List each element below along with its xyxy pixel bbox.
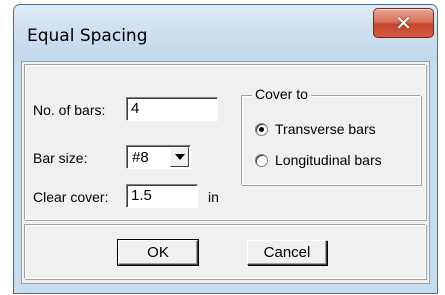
longitudinal-bars-label[interactable]: Longitudinal bars — [275, 152, 382, 168]
window-title: Equal Spacing — [27, 26, 148, 46]
bar-size-dropdown-button[interactable] — [170, 147, 189, 167]
settings-panel: No. of bars: 4 Bar size: #8 Clear cover:… — [24, 64, 426, 220]
button-panel: OK Cancel — [24, 224, 426, 279]
equal-spacing-dialog: Equal Spacing ✕ No. of bars: 4 Bar size:… — [13, 4, 438, 294]
clear-cover-unit: in — [208, 189, 219, 205]
cover-to-group: Cover to Transverse bars Longitudinal ba… — [241, 86, 421, 185]
bar-size-label: Bar size: — [33, 150, 88, 166]
radio-selected-dot — [259, 127, 264, 132]
clear-cover-input[interactable]: 1.5 — [126, 184, 198, 208]
chevron-down-icon — [174, 154, 185, 160]
title-bar[interactable]: Equal Spacing ✕ — [14, 5, 437, 61]
close-icon: ✕ — [395, 11, 412, 35]
radio-transverse-bars[interactable] — [255, 123, 268, 136]
no-of-bars-input[interactable]: 4 — [126, 97, 218, 121]
cover-to-legend: Cover to — [252, 86, 311, 102]
ok-button[interactable]: OK — [117, 239, 199, 266]
no-of-bars-label: No. of bars: — [33, 102, 106, 118]
transverse-bars-label[interactable]: Transverse bars — [275, 121, 376, 137]
cancel-button[interactable]: Cancel — [247, 240, 327, 265]
radio-longitudinal-bars[interactable] — [255, 154, 268, 167]
bar-size-value: #8 — [132, 149, 149, 166]
dialog-client-area: No. of bars: 4 Bar size: #8 Clear cover:… — [21, 61, 430, 284]
close-button[interactable]: ✕ — [373, 8, 434, 38]
bar-size-select[interactable]: #8 — [126, 145, 191, 169]
clear-cover-label: Clear cover: — [33, 189, 109, 205]
